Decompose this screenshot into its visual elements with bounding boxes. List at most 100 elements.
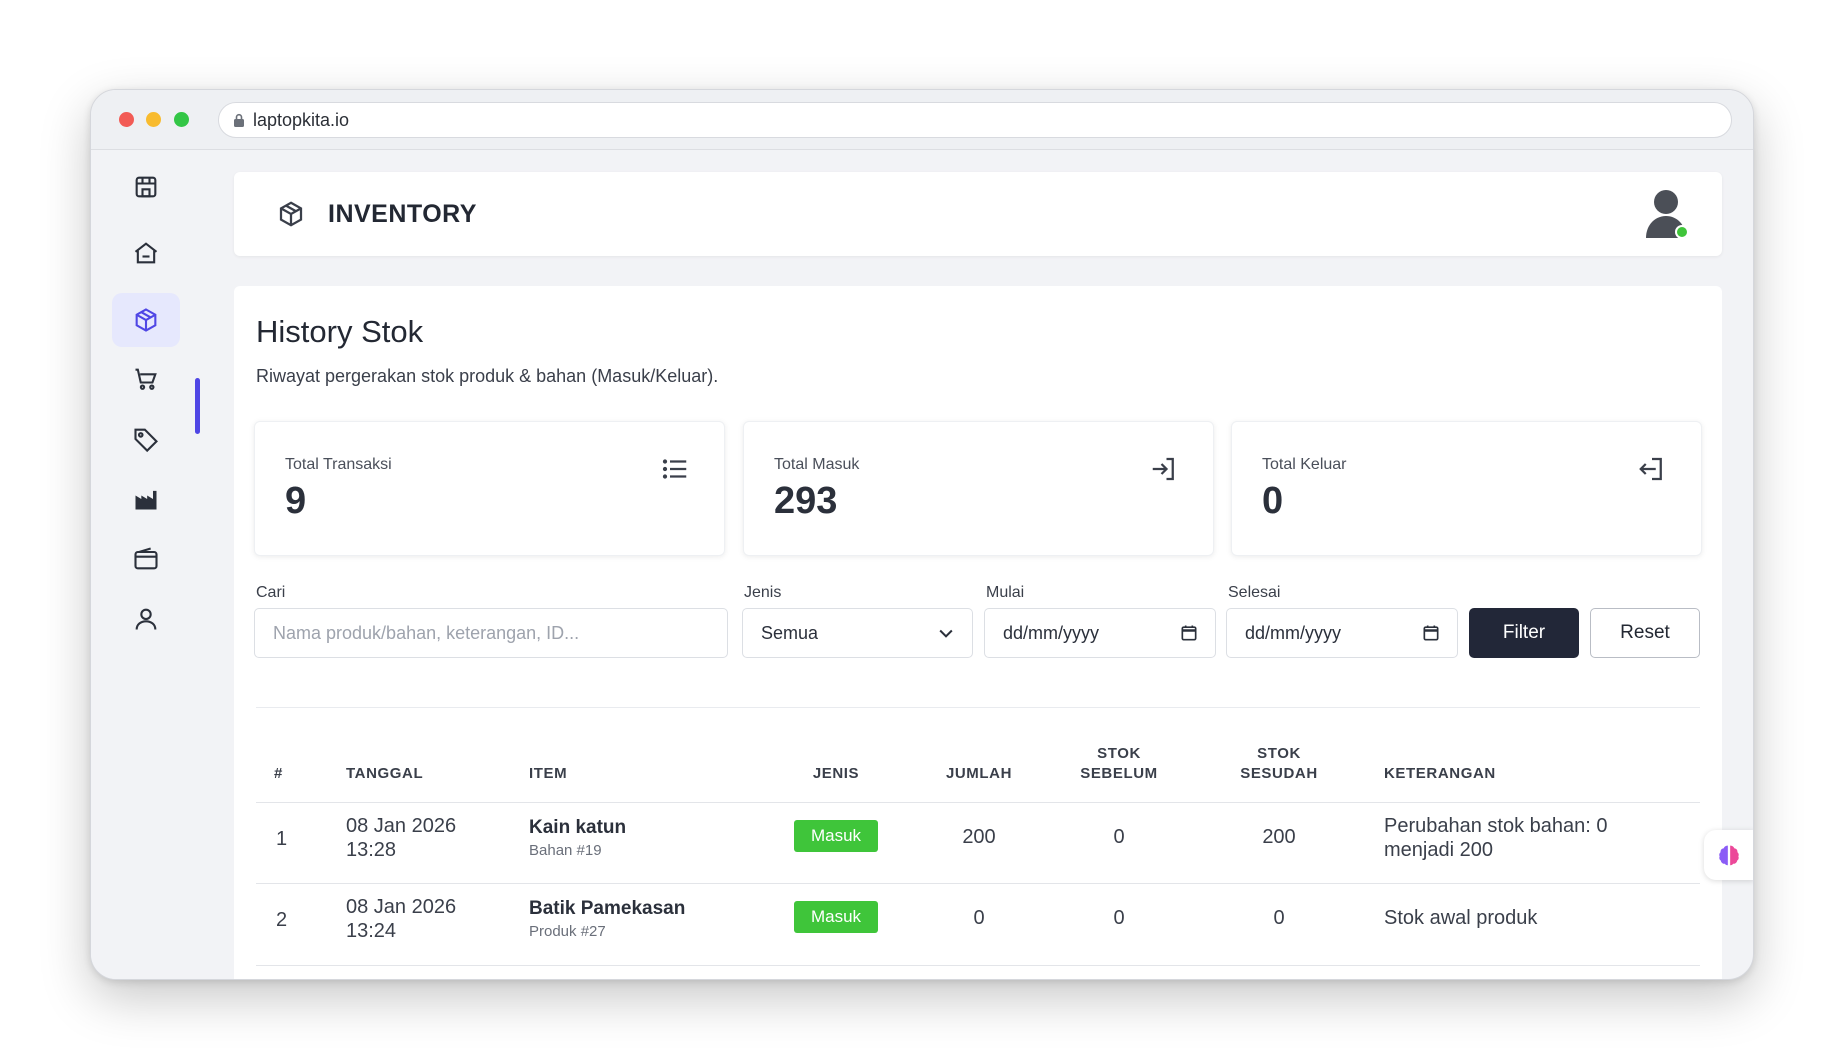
row-note-line1: Perubahan stok bahan: 0	[1384, 815, 1608, 837]
main-content: History Stok Riwayat pergerakan stok pro…	[234, 286, 1722, 979]
section-divider	[256, 707, 1700, 708]
browser-titlebar: laptopkita.io	[91, 90, 1753, 150]
page-subtitle: Riwayat pergerakan stok produk & bahan (…	[256, 366, 719, 386]
row-stock-after: 0	[1273, 907, 1285, 929]
col-header-stock-after-line1: STOK	[1257, 745, 1301, 762]
reset-button[interactable]: Reset	[1590, 608, 1700, 658]
row-divider	[256, 965, 1700, 966]
user-icon	[135, 608, 157, 630]
sidebar	[91, 150, 201, 979]
type-badge-masuk: Masuk	[794, 901, 878, 933]
row-item-name: Batik Pamekasan	[529, 898, 686, 919]
chevron-down-icon	[939, 629, 953, 638]
row-date: 08 Jan 2026	[346, 896, 457, 918]
minimize-window-button[interactable]	[146, 112, 161, 127]
row-date: 08 Jan 2026	[346, 815, 457, 837]
row-stock-before: 0	[1113, 826, 1125, 848]
factory-icon	[135, 490, 157, 510]
stat-label: Total Masuk	[774, 456, 860, 473]
browser-window: laptopkita.io INVENTORY History Stok Riw…	[90, 89, 1754, 980]
row-time: 13:28	[346, 839, 397, 861]
stat-card-total-masuk: Total Masuk 293	[743, 421, 1214, 556]
close-window-button[interactable]	[119, 112, 134, 127]
start-date-input[interactable]: dd/mm/yyyy	[984, 608, 1216, 658]
row-divider	[256, 883, 1700, 884]
stat-value: 9	[285, 480, 307, 522]
type-badge-masuk: Masuk	[794, 820, 878, 852]
home-icon	[134, 242, 158, 264]
sidebar-active-indicator	[195, 378, 200, 434]
assistant-button[interactable]	[1704, 830, 1753, 880]
start-date-label: Mulai	[986, 584, 1025, 601]
row-qty: 0	[973, 907, 985, 929]
store-icon	[135, 176, 157, 198]
end-date-placeholder: dd/mm/yyyy	[1245, 622, 1342, 643]
login-icon	[1152, 457, 1174, 481]
type-select[interactable]: Semua	[742, 608, 973, 658]
avatar-icon	[1646, 190, 1689, 239]
address-bar[interactable]: laptopkita.io	[218, 102, 1732, 138]
user-avatar[interactable]	[1644, 188, 1692, 242]
row-stock-after: 200	[1262, 826, 1296, 848]
row-item-name: Kain katun	[529, 817, 627, 838]
wallet-icon	[134, 547, 158, 570]
col-header-item: ITEM	[529, 765, 568, 782]
type-label: Jenis	[744, 584, 782, 601]
col-header-note: KETERANGAN	[1384, 765, 1496, 782]
maximize-window-button[interactable]	[174, 112, 189, 127]
tag-icon	[134, 428, 158, 453]
row-time: 13:24	[346, 920, 397, 942]
col-header-stock-after-line2: SESUDAH	[1240, 765, 1318, 782]
header-title: INVENTORY	[328, 200, 477, 228]
end-date-label: Selesai	[1228, 584, 1281, 601]
row-note-line1: Stok awal produk	[1384, 907, 1538, 929]
sidebar-item-cart[interactable]	[112, 352, 180, 406]
box-icon	[279, 201, 303, 227]
filter-button[interactable]: Filter	[1469, 608, 1579, 658]
sidebar-item-user[interactable]	[112, 592, 180, 646]
col-header-stock-after: STOK SESUDAH	[1224, 744, 1334, 784]
row-no: 2	[276, 909, 288, 931]
col-header-qty: JUMLAH	[945, 765, 1013, 782]
row-stock-before: 0	[1113, 907, 1125, 929]
col-header-stock-before: STOK SEBELUM	[1064, 744, 1174, 784]
row-item-sub: Produk #27	[529, 923, 606, 940]
search-label: Cari	[256, 584, 286, 601]
col-header-stock-before-line1: STOK	[1097, 745, 1141, 762]
calendar-icon[interactable]	[1179, 623, 1199, 643]
url-text: laptopkita.io	[253, 109, 350, 130]
col-header-no: #	[274, 765, 283, 782]
stat-label: Total Keluar	[1262, 456, 1347, 473]
header-divider	[256, 802, 1700, 803]
col-header-type: JENIS	[812, 765, 860, 782]
end-date-input[interactable]: dd/mm/yyyy	[1226, 608, 1458, 658]
calendar-icon[interactable]	[1421, 623, 1441, 643]
sidebar-item-factory[interactable]	[112, 472, 180, 526]
page-title: History Stok	[256, 314, 424, 349]
sidebar-item-store[interactable]	[112, 160, 180, 214]
lock-icon	[233, 113, 245, 127]
stat-value: 293	[774, 480, 838, 522]
stat-card-total-keluar: Total Keluar 0	[1231, 421, 1702, 556]
col-header-date: TANGGAL	[346, 765, 424, 782]
sidebar-item-home[interactable]	[112, 226, 180, 280]
top-header: INVENTORY	[234, 172, 1722, 256]
type-select-value: Semua	[761, 622, 819, 643]
row-item-sub: Bahan #19	[529, 842, 602, 859]
sidebar-item-wallet[interactable]	[112, 532, 180, 586]
sidebar-item-tags[interactable]	[112, 412, 180, 466]
cart-icon	[135, 368, 157, 390]
stat-value: 0	[1262, 480, 1284, 522]
stat-label: Total Transaksi	[285, 456, 392, 473]
col-header-stock-before-line2: SEBELUM	[1080, 765, 1158, 782]
row-no: 1	[276, 828, 288, 850]
sidebar-item-inventory[interactable]	[112, 293, 180, 347]
list-icon	[662, 459, 687, 479]
brain-icon	[1719, 845, 1739, 866]
start-date-placeholder: dd/mm/yyyy	[1003, 622, 1100, 643]
search-input[interactable]: Nama produk/bahan, keterangan, ID...	[254, 608, 728, 658]
row-note-line2: menjadi 200	[1384, 839, 1493, 861]
row-qty: 200	[962, 826, 996, 848]
box-icon	[135, 308, 157, 332]
logout-icon	[1639, 457, 1662, 481]
